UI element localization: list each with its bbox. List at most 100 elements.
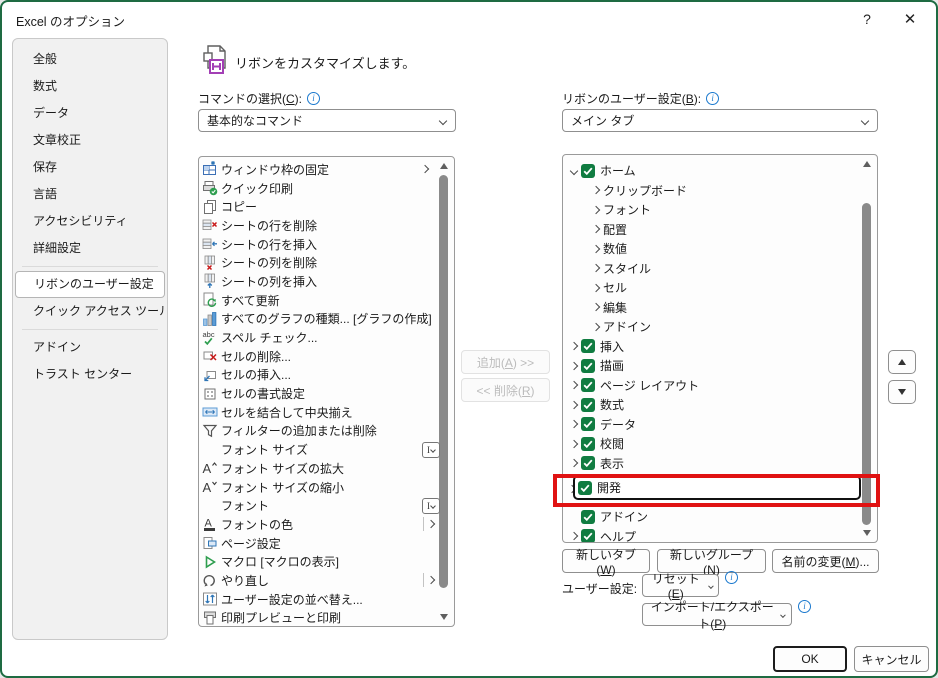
checked-checkbox[interactable] <box>581 378 595 393</box>
checked-checkbox[interactable] <box>581 436 595 451</box>
sidebar-item[interactable]: データ <box>15 100 165 127</box>
command-item[interactable]: ユーザー設定の並べ替え... <box>202 590 454 609</box>
checked-checkbox[interactable] <box>581 509 595 524</box>
scroll-up-icon[interactable] <box>863 161 871 167</box>
command-item[interactable]: abc スペル チェック... <box>202 328 454 347</box>
command-item[interactable]: ページ設定 <box>202 534 454 553</box>
ok-button[interactable]: OK <box>773 646 847 672</box>
command-item[interactable]: セルの削除... <box>202 347 454 366</box>
command-item[interactable]: セルを結合して中央揃え <box>202 403 454 422</box>
command-item[interactable]: マクロ [マクロの表示] <box>202 552 454 571</box>
scroll-up-icon[interactable] <box>440 163 448 169</box>
command-item[interactable]: フォント I <box>202 496 454 515</box>
sidebar-item[interactable]: 数式 <box>15 73 165 100</box>
info-icon[interactable] <box>725 571 738 584</box>
tree-tab-item[interactable]: 校閲 <box>563 434 877 454</box>
chevron-collapsed-icon[interactable] <box>591 283 601 292</box>
move-up-button[interactable] <box>888 350 916 374</box>
tree-tab-item[interactable]: データ <box>563 415 877 435</box>
chevron-collapsed-icon[interactable] <box>591 322 601 331</box>
choose-commands-dropdown[interactable]: 基本的なコマンド <box>198 109 456 132</box>
tree-group-item[interactable]: クリップボード <box>563 181 877 201</box>
scroll-down-icon[interactable] <box>440 614 448 620</box>
new-tab-button[interactable]: 新しいタブ(W) <box>562 548 650 577</box>
sidebar-item[interactable]: クイック アクセス ツール バー <box>15 298 165 325</box>
chevron-collapsed-icon[interactable] <box>569 459 579 468</box>
sidebar-item[interactable]: アクセシビリティ <box>15 208 165 235</box>
command-item[interactable]: シートの行を挿入 <box>202 235 454 254</box>
sidebar-item[interactable]: アドイン <box>15 334 165 361</box>
sidebar-item[interactable]: 文章校正 <box>15 127 165 154</box>
chevron-collapsed-icon[interactable] <box>591 225 601 234</box>
command-item[interactable]: フォント サイズ I <box>202 440 454 459</box>
command-item[interactable]: A フォント サイズの縮小 <box>202 478 454 497</box>
command-item[interactable]: シートの行を削除 <box>202 216 454 235</box>
checked-checkbox[interactable] <box>581 397 595 412</box>
scroll-down-icon[interactable] <box>863 530 871 536</box>
chevron-collapsed-icon[interactable] <box>569 361 579 370</box>
scrollbar-thumb[interactable] <box>439 175 448 588</box>
chevron-collapsed-icon[interactable] <box>591 205 601 214</box>
chevron-collapsed-icon[interactable] <box>591 186 601 195</box>
combo-indicator[interactable]: I <box>422 497 440 514</box>
tree-group-item[interactable]: 編集 <box>563 298 877 318</box>
sidebar-item[interactable]: 言語 <box>15 181 165 208</box>
command-item[interactable]: 印刷プレビューと印刷 <box>202 609 454 627</box>
command-item[interactable]: コピー <box>202 197 454 216</box>
tree-group-item[interactable]: セル <box>563 278 877 298</box>
tree-tab-item[interactable]: ヘルプ <box>563 527 877 542</box>
combo-indicator[interactable]: I <box>422 441 440 458</box>
close-button[interactable]: ✕ <box>897 7 923 31</box>
sidebar-item[interactable]: 全般 <box>15 46 165 73</box>
chevron-collapsed-icon[interactable] <box>569 420 579 429</box>
command-item[interactable]: やり直し <box>202 571 454 590</box>
tree-tab-item[interactable]: ホーム <box>563 161 877 181</box>
chevron-collapsed-icon[interactable] <box>569 532 579 541</box>
command-list-scrollbar[interactable] <box>437 159 452 624</box>
cancel-button[interactable]: キャンセル <box>854 646 929 672</box>
chevron-expanded-icon[interactable] <box>569 166 579 175</box>
checked-checkbox[interactable] <box>581 358 595 373</box>
tree-tab-item[interactable]: ページ レイアウト <box>563 376 877 396</box>
info-icon[interactable] <box>307 92 321 105</box>
customize-ribbon-dropdown[interactable]: メイン タブ <box>562 109 878 132</box>
command-list[interactable]: ウィンドウ枠の固定 クイック印刷 コピー シートの行を削除 シートの行を挿入 シートの列を… <box>198 156 455 627</box>
sidebar-item[interactable]: 保存 <box>15 154 165 181</box>
sidebar-item[interactable]: リボンのユーザー設定 <box>15 271 165 298</box>
chevron-collapsed-icon[interactable] <box>569 381 579 390</box>
tree-tab-item[interactable]: アドイン <box>563 507 877 527</box>
command-item[interactable]: セルの書式設定 <box>202 384 454 403</box>
checked-checkbox[interactable] <box>581 456 595 471</box>
reset-button[interactable]: リセット(E) <box>642 572 719 601</box>
checked-checkbox[interactable] <box>581 529 595 542</box>
checked-checkbox[interactable] <box>581 163 595 178</box>
chevron-collapsed-icon[interactable] <box>591 264 601 273</box>
rename-button[interactable]: 名前の変更(M)... <box>772 549 879 573</box>
chevron-collapsed-icon[interactable] <box>569 342 579 351</box>
tree-group-item[interactable]: アドイン <box>563 317 877 337</box>
tree-group-item[interactable]: スタイル <box>563 259 877 279</box>
tree-group-item[interactable]: フォント <box>563 200 877 220</box>
chevron-collapsed-icon[interactable] <box>569 439 579 448</box>
tree-group-item[interactable]: 数値 <box>563 239 877 259</box>
chevron-collapsed-icon[interactable] <box>591 303 601 312</box>
sidebar-item[interactable]: トラスト センター <box>15 361 165 388</box>
remove-button[interactable]: << 削除(R) <box>461 378 550 402</box>
move-down-button[interactable] <box>888 380 916 404</box>
tree-tab-item[interactable]: 表示 <box>563 454 877 474</box>
help-button[interactable]: ? <box>854 7 880 31</box>
command-item[interactable]: セルの挿入... <box>202 366 454 385</box>
info-icon[interactable] <box>706 92 720 105</box>
command-item[interactable]: すべてのグラフの種類... [グラフの作成] <box>202 310 454 329</box>
tree-tab-item[interactable]: 描画 <box>563 356 877 376</box>
add-button[interactable]: 追加(A) >> <box>461 350 550 374</box>
command-item[interactable]: フィルターの追加または削除 <box>202 422 454 441</box>
command-item[interactable]: すべて更新 <box>202 291 454 310</box>
info-icon[interactable] <box>798 600 811 613</box>
chevron-collapsed-icon[interactable] <box>569 400 579 409</box>
checked-checkbox[interactable] <box>581 417 595 432</box>
tree-tab-item[interactable]: 挿入 <box>563 337 877 357</box>
import-export-button[interactable]: インポート/エクスポート(P) <box>642 600 792 631</box>
tree-tab-item[interactable]: 数式 <box>563 395 877 415</box>
command-item[interactable]: ウィンドウ枠の固定 <box>202 160 454 179</box>
